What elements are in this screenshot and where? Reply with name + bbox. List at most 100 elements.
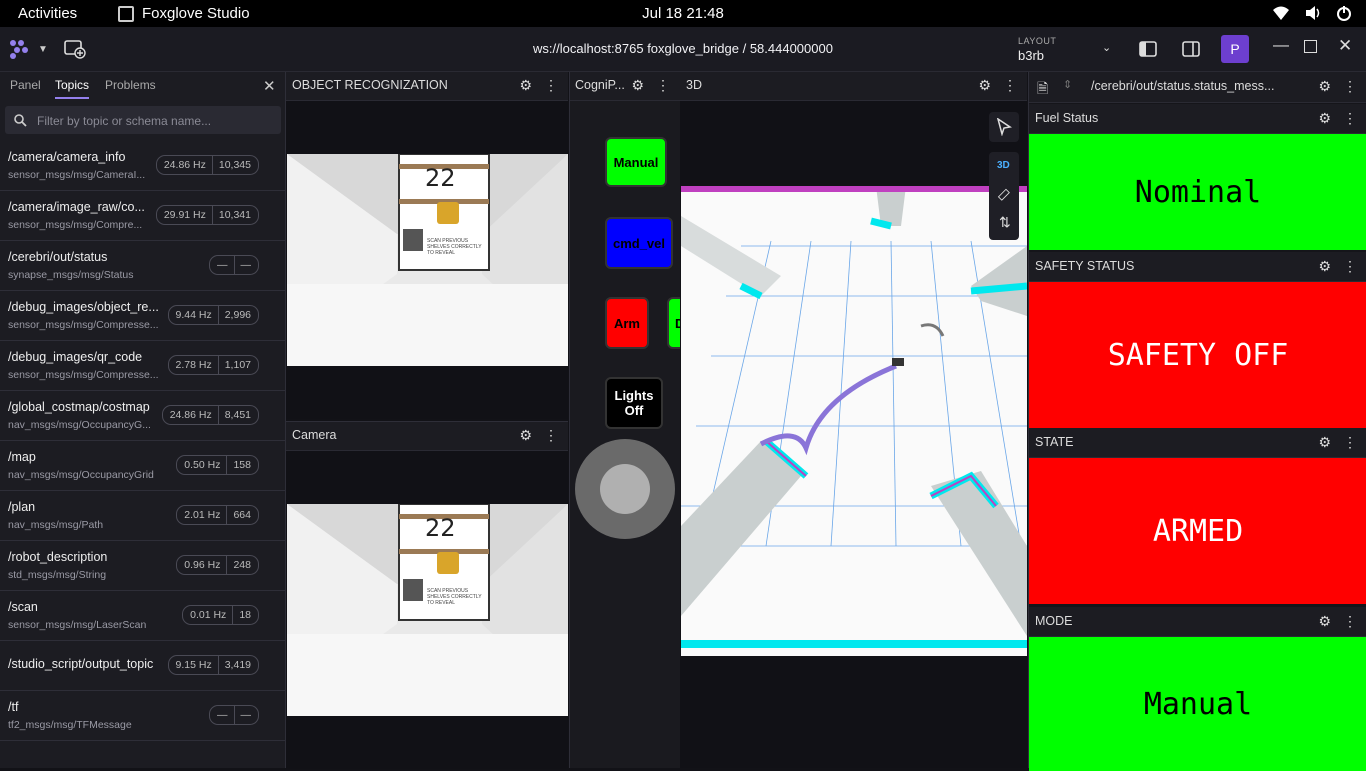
system-tray[interactable] bbox=[1272, 5, 1352, 21]
sign-text: SCAN PREVIOUS SHELVES CORRECTLY TO REVEA… bbox=[427, 238, 482, 256]
topic-message-count: 248 bbox=[233, 559, 251, 571]
maximize-icon[interactable] bbox=[1304, 40, 1317, 53]
topic-frequency: 2.01 Hz bbox=[184, 509, 221, 521]
topic-row[interactable]: /camera/camera_info sensor_msgs/msg/Camer… bbox=[0, 140, 285, 191]
topic-frequency: — bbox=[217, 259, 228, 271]
status-path-title[interactable]: /cerebri/out/status.status_mess... bbox=[1091, 79, 1274, 93]
topic-row[interactable]: /camera/image_raw/co... sensor_msgs/msg/C… bbox=[0, 190, 285, 241]
more-menu-icon[interactable]: ⋮ bbox=[1343, 434, 1357, 451]
close-sidebar-icon[interactable]: ✕ bbox=[263, 77, 276, 95]
tab-topics[interactable]: Topics bbox=[55, 78, 90, 99]
view-mode-3d-toggle[interactable]: 3D bbox=[997, 160, 1010, 171]
mode-status-card: MODE ⚙ ⋮ Manual bbox=[1029, 607, 1366, 771]
divider bbox=[233, 706, 235, 724]
settings-gear-icon[interactable]: ⚙ bbox=[1318, 78, 1331, 95]
tab-panel[interactable]: Panel bbox=[10, 78, 41, 92]
card-value: SAFETY OFF bbox=[1107, 337, 1289, 373]
topic-schema: std_msgs/msg/String bbox=[8, 569, 107, 581]
topic-frequency: 9.15 Hz bbox=[175, 659, 212, 671]
layout-chevron-down-icon[interactable]: ⌄ bbox=[1102, 41, 1111, 54]
more-menu-icon[interactable]: ⋮ bbox=[1343, 78, 1357, 95]
status-value-box: ARMED bbox=[1029, 458, 1366, 604]
settings-gear-icon[interactable]: ⚙ bbox=[978, 77, 991, 94]
panel-header: OBJECT RECOGNIZATION ⚙ ⋮ bbox=[286, 72, 568, 101]
settings-gear-icon[interactable]: ⚙ bbox=[1318, 258, 1331, 275]
topic-row[interactable]: /scan sensor_msgs/msg/LaserScan 0.01 Hz 18 bbox=[0, 590, 285, 641]
layout-label: LAYOUT bbox=[1018, 36, 1057, 46]
card-title: MODE bbox=[1035, 614, 1073, 628]
left-sidebar-toggle-icon[interactable] bbox=[1139, 41, 1157, 57]
settings-gear-icon[interactable]: ⚙ bbox=[519, 427, 532, 444]
topic-row[interactable]: /studio_script/output_topic 9.15 Hz 3,419 bbox=[0, 640, 285, 691]
three-d-scene[interactable] bbox=[681, 186, 1027, 656]
topic-frequency: 9.44 Hz bbox=[175, 309, 212, 321]
topic-name: /camera/image_raw/co... bbox=[8, 200, 145, 214]
more-menu-icon[interactable]: ⋮ bbox=[1343, 110, 1357, 127]
minimize-icon[interactable]: — bbox=[1273, 37, 1289, 55]
settings-gear-icon[interactable]: ⚙ bbox=[1318, 434, 1331, 451]
sign-number: 22 bbox=[425, 164, 456, 192]
panel-title: 3D bbox=[686, 78, 702, 92]
publish-pose-icon[interactable]: ⇅ bbox=[999, 214, 1011, 231]
topic-row[interactable]: /robot_description std_msgs/msg/String 0.9… bbox=[0, 540, 285, 591]
cmd-vel-button[interactable]: cmd_vel bbox=[605, 217, 673, 269]
topic-name: /cerebri/out/status bbox=[8, 250, 108, 264]
topic-row[interactable]: /global_costmap/costmap nav_msgs/msg/Occu… bbox=[0, 390, 285, 441]
more-menu-icon[interactable]: ⋮ bbox=[1343, 613, 1357, 630]
panel-title: CogniP... bbox=[575, 78, 625, 92]
more-menu-icon[interactable]: ⋮ bbox=[544, 77, 558, 94]
layout-name[interactable]: b3rb bbox=[1018, 48, 1044, 63]
card-value: ARMED bbox=[1152, 513, 1244, 549]
partial-button[interactable]: D bbox=[667, 297, 680, 349]
cursor-icon bbox=[996, 118, 1012, 136]
topic-row[interactable]: /map nav_msgs/msg/OccupancyGrid 0.50 Hz 158 bbox=[0, 440, 285, 491]
settings-gear-icon[interactable]: ⚙ bbox=[631, 77, 644, 94]
more-menu-icon[interactable]: ⋮ bbox=[1003, 77, 1017, 94]
topic-stats-badge: 0.96 Hz 248 bbox=[176, 555, 259, 575]
divider bbox=[211, 206, 213, 224]
more-menu-icon[interactable]: ⋮ bbox=[1343, 258, 1357, 275]
divider bbox=[226, 456, 228, 474]
panel-header: STATE ⚙ ⋮ bbox=[1029, 428, 1366, 458]
clock[interactable]: Jul 18 21:48 bbox=[0, 5, 1366, 22]
user-avatar[interactable]: P bbox=[1221, 35, 1249, 63]
topic-row[interactable]: /plan nav_msgs/msg/Path 2.01 Hz 664 bbox=[0, 490, 285, 541]
topic-row[interactable]: /debug_images/object_re... sensor_msgs/ms… bbox=[0, 290, 285, 341]
joystick-base[interactable] bbox=[575, 439, 675, 539]
tab-problems[interactable]: Problems bbox=[105, 78, 156, 92]
up-down-arrows-icon[interactable]: ⇕ bbox=[1063, 78, 1072, 91]
more-menu-icon[interactable]: ⋮ bbox=[656, 77, 670, 94]
topic-stats-badge: — — bbox=[209, 255, 259, 275]
connection-status[interactable]: ws://localhost:8765 foxglove_bridge / 58… bbox=[0, 41, 1366, 56]
topic-schema: nav_msgs/msg/Path bbox=[8, 519, 104, 531]
arm-button[interactable]: Arm bbox=[605, 297, 649, 349]
topic-message-count: 18 bbox=[239, 609, 251, 621]
topic-message-count: 10,341 bbox=[218, 209, 251, 221]
topic-schema: sensor_msgs/msg/CameraI... bbox=[8, 169, 146, 181]
cognipilot-panel: CogniP... ⚙ ⋮ Manual cmd_vel Arm D Light… bbox=[569, 72, 681, 768]
settings-gear-icon[interactable]: ⚙ bbox=[1318, 613, 1331, 630]
topic-row[interactable]: /tf tf2_msgs/msg/TFMessage — — bbox=[0, 690, 285, 741]
right-sidebar-toggle-icon[interactable] bbox=[1182, 41, 1200, 57]
lights-off-button[interactable]: Lights Off bbox=[605, 377, 663, 429]
panel-header: Camera ⚙ ⋮ bbox=[286, 422, 568, 451]
joystick-knob[interactable] bbox=[600, 464, 650, 514]
select-tool-button[interactable] bbox=[989, 112, 1019, 142]
card-title: SAFETY STATUS bbox=[1035, 259, 1135, 273]
topic-row[interactable]: /debug_images/qr_code sensor_msgs/msg/Com… bbox=[0, 340, 285, 391]
topic-name: /map bbox=[8, 450, 36, 464]
ruler-icon[interactable]: ▭ bbox=[992, 183, 1014, 205]
topic-search-input[interactable] bbox=[35, 106, 279, 136]
topic-name: /robot_description bbox=[8, 550, 108, 564]
settings-gear-icon[interactable]: ⚙ bbox=[1318, 110, 1331, 127]
settings-gear-icon[interactable]: ⚙ bbox=[519, 77, 532, 94]
manual-mode-button[interactable]: Manual bbox=[605, 137, 667, 187]
topic-frequency: 0.01 Hz bbox=[190, 609, 227, 621]
object-recognition-panel: OBJECT RECOGNIZATION ⚙ ⋮ 22 SCAN PREVIOU… bbox=[286, 72, 568, 419]
more-menu-icon[interactable]: ⋮ bbox=[544, 427, 558, 444]
topic-row[interactable]: /cerebri/out/status synapse_msgs/msg/Stat… bbox=[0, 240, 285, 291]
topic-frequency: 0.96 Hz bbox=[184, 559, 221, 571]
close-window-icon[interactable]: ✕ bbox=[1338, 36, 1352, 56]
lights-label-line2: Off bbox=[624, 403, 644, 418]
topic-message-count: 158 bbox=[233, 459, 251, 471]
